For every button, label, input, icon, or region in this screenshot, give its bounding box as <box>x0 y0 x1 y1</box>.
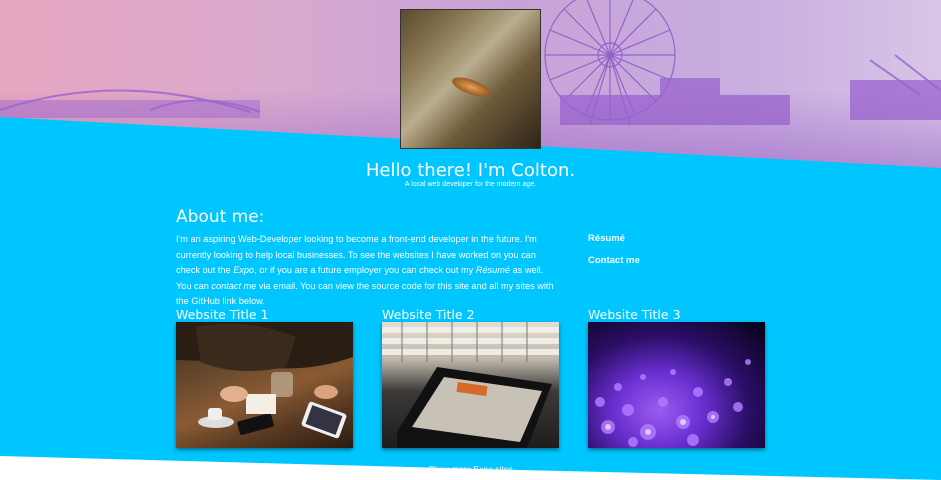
office-desk-illustration <box>176 322 353 439</box>
resume-link[interactable]: Résumé <box>588 233 625 244</box>
expo-link[interactable]: Expo <box>233 265 254 275</box>
website-thumbnail-2[interactable] <box>382 322 559 448</box>
contact-link[interactable]: Contact me <box>588 255 640 266</box>
show-more-link[interactable]: Show more Expo sites <box>0 464 941 474</box>
card-title-1[interactable]: Website Title 1 <box>176 307 269 322</box>
card-title-3[interactable]: Website Title 3 <box>588 307 681 322</box>
website-thumbnail-1[interactable] <box>176 322 353 448</box>
fiber-optic-illustration <box>595 359 751 447</box>
contact-inline-link[interactable]: contact me <box>211 281 256 291</box>
page-subtitle: A local web developer for the modern age… <box>404 181 537 188</box>
phone-keyboard-illustration <box>382 322 559 448</box>
profile-photo <box>400 9 541 149</box>
photo-highlight <box>449 73 493 101</box>
about-text-2: , or if you are a future employer you ca… <box>254 265 476 276</box>
about-paragraph: I'm an aspiring Web-Developer looking to… <box>176 232 561 310</box>
page-title: Hello there! I'm Colton. <box>365 160 576 181</box>
resume-inline-link[interactable]: Résumé <box>476 265 510 275</box>
card-title-2[interactable]: Website Title 2 <box>382 307 475 322</box>
website-thumbnail-3[interactable] <box>588 322 765 448</box>
about-heading: About me: <box>176 207 265 227</box>
